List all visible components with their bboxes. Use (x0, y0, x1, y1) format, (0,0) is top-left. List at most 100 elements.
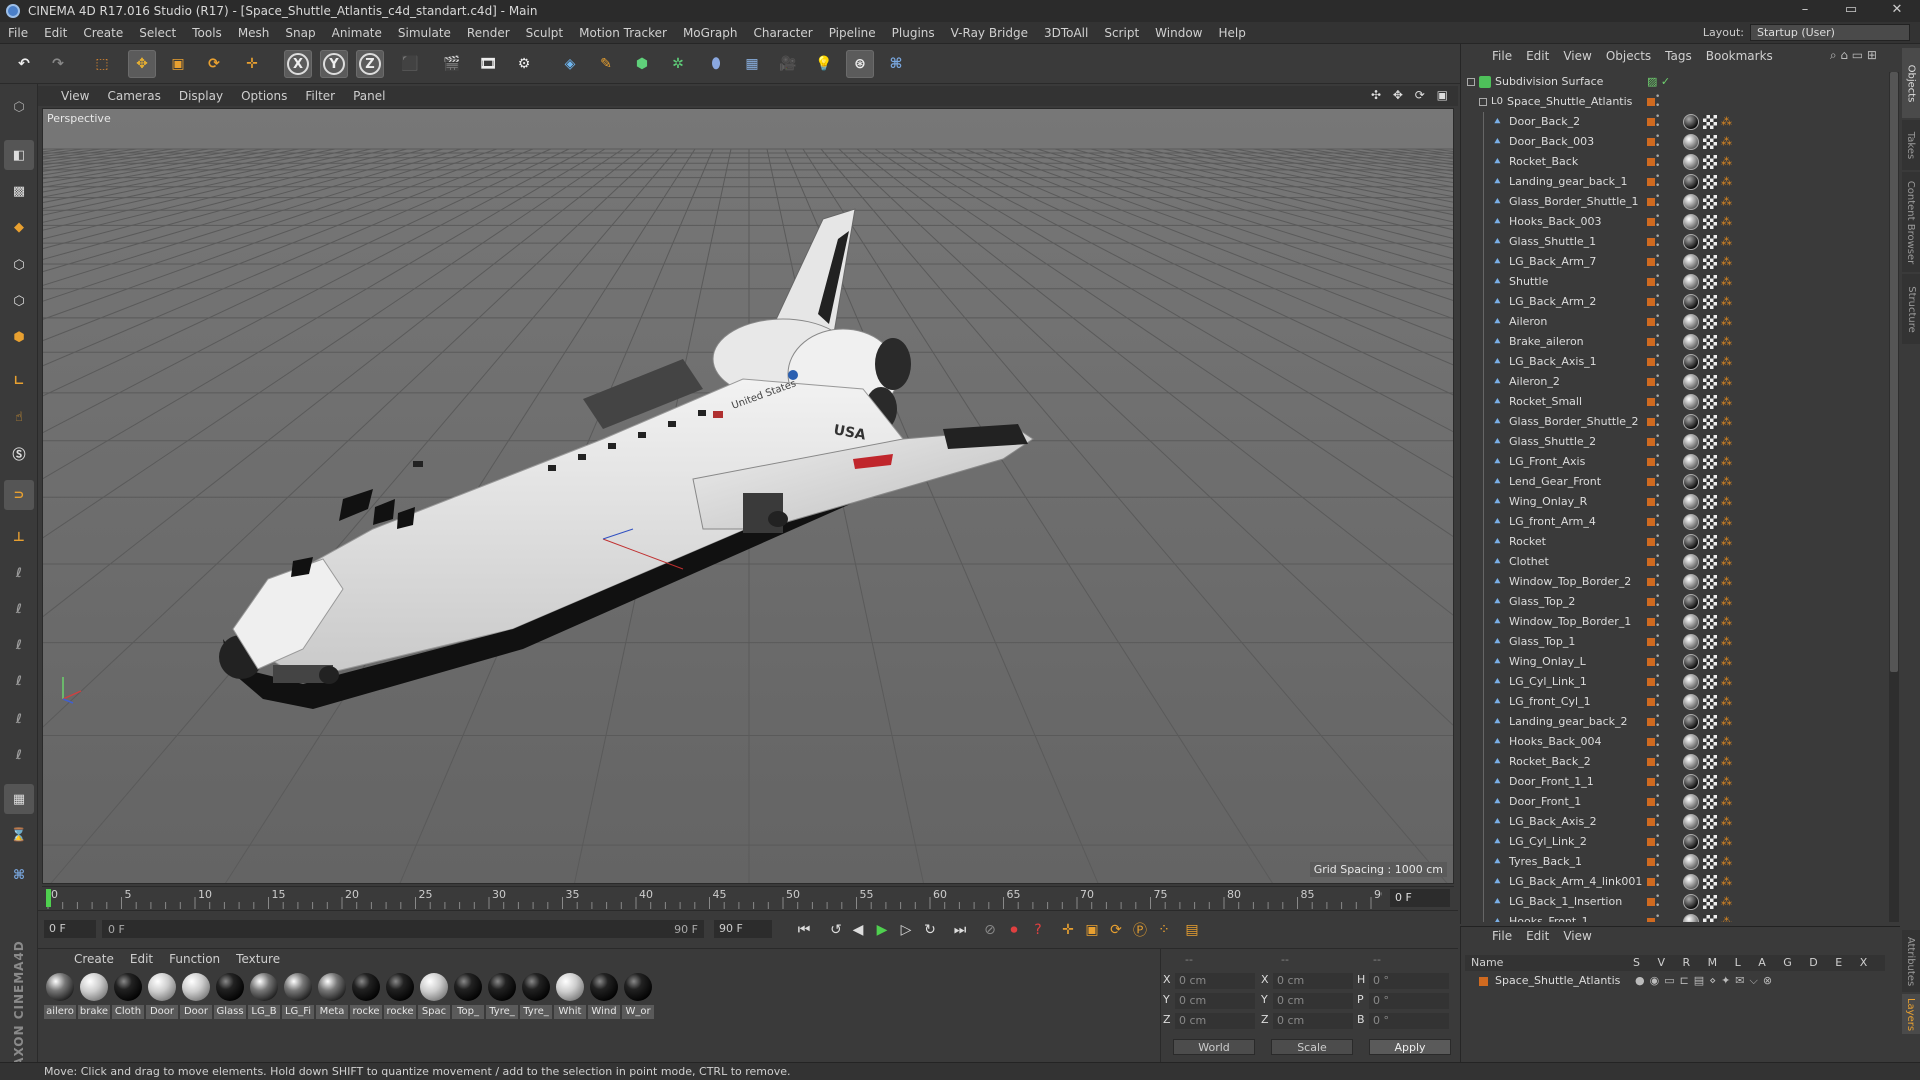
material-swatch[interactable]: Spac (418, 973, 450, 1019)
coordinate-value-field[interactable]: 0 cm (1175, 1013, 1255, 1029)
material-tag-icon[interactable] (1683, 754, 1699, 770)
material-swatch[interactable]: LG_Fi (282, 973, 314, 1019)
visibility-dots[interactable]: •• (1655, 713, 1660, 731)
auto-keying-icon[interactable]: ⏺ (1002, 919, 1026, 941)
object-row[interactable]: ⯅ Lend_Gear_Front • • ⁂ (1461, 472, 1889, 492)
collapse-toggle-icon[interactable] (1479, 98, 1487, 106)
texture-tag-icon[interactable] (1703, 235, 1717, 249)
object-row[interactable]: ⯅ Hooks_Back_003 • • ⁂ (1461, 212, 1889, 232)
material-tag-icon[interactable] (1683, 614, 1699, 630)
phong-tag-icon[interactable]: ⁂ (1721, 756, 1733, 768)
tab-objects[interactable]: Objects (1902, 48, 1920, 118)
material-tag-icon[interactable] (1683, 474, 1699, 490)
render-view-icon[interactable]: 🎬 (438, 50, 466, 78)
visibility-dots[interactable]: •• (1655, 413, 1660, 431)
material-tag-icon[interactable] (1683, 814, 1699, 830)
texture-tag-icon[interactable] (1703, 295, 1717, 309)
texture-tag-icon[interactable] (1703, 375, 1717, 389)
object-row[interactable]: ⯅ LG_Back_Arm_2 • • ⁂ (1461, 292, 1889, 312)
phong-tag-icon[interactable]: ⁂ (1721, 676, 1733, 688)
coordinate-value-field[interactable]: 0 ° (1369, 973, 1449, 989)
texture-tag-icon[interactable] (1703, 755, 1717, 769)
object-row[interactable]: ⯅ Aileron_2 • • ⁂ (1461, 372, 1889, 392)
visibility-dots[interactable]: •• (1655, 433, 1660, 451)
visibility-dots[interactable]: •• (1655, 193, 1660, 211)
object-row[interactable]: ⯅ Wing_Onlay_L • • ⁂ (1461, 652, 1889, 672)
object-row[interactable]: ⯅ Tyres_Back_1 • • ⁂ (1461, 852, 1889, 872)
texture-tag-icon[interactable] (1703, 915, 1717, 922)
object-row[interactable]: ⯅ Rocket_Back_2 • • ⁂ (1461, 752, 1889, 772)
visibility-dots[interactable]: •• (1655, 673, 1660, 691)
menu-character[interactable]: Character (745, 26, 820, 40)
visibility-dots[interactable]: •• (1655, 753, 1660, 771)
phong-tag-icon[interactable]: ⁂ (1721, 656, 1733, 668)
next-frame-icon[interactable]: ▷ (894, 919, 918, 941)
texture-tag-icon[interactable] (1703, 255, 1717, 269)
visibility-dots[interactable]: •• (1655, 633, 1660, 651)
coordinate-value-field[interactable]: 0 ° (1369, 993, 1449, 1009)
texture-tag-icon[interactable] (1703, 895, 1717, 909)
object-row[interactable]: ⯅ Window_Top_Border_1 • • ⁂ (1461, 612, 1889, 632)
material-tag-icon[interactable] (1683, 574, 1699, 590)
enabled-check-icon[interactable]: ▨ ✓ (1647, 72, 1670, 92)
vray-bridge-icon[interactable]: ⊛ (846, 50, 874, 78)
phong-tag-icon[interactable]: ⁂ (1721, 356, 1733, 368)
material-menu-edit[interactable]: Edit (122, 952, 161, 966)
viewport-menu-display[interactable]: Display (170, 89, 232, 103)
texture-tag-icon[interactable] (1703, 575, 1717, 589)
object-row[interactable]: ⯅ Rocket • • ⁂ (1461, 532, 1889, 552)
object-row[interactable]: ⯅ Glass_Shuttle_1 • • ⁂ (1461, 232, 1889, 252)
visibility-dots[interactable]: •• (1655, 113, 1660, 131)
visibility-dots[interactable]: •• (1655, 473, 1660, 491)
material-tag-icon[interactable] (1683, 714, 1699, 730)
menu-file[interactable]: File (0, 26, 36, 40)
object-row[interactable]: ⯅ Door_Front_1 • • ⁂ (1461, 792, 1889, 812)
visibility-dots[interactable]: •• (1655, 273, 1660, 291)
visibility-dots[interactable]: •• (1655, 293, 1660, 311)
visibility-dots[interactable]: •• (1655, 693, 1660, 711)
phong-tag-icon[interactable]: ⁂ (1721, 256, 1733, 268)
cloner-icon[interactable]: ✲ (664, 50, 692, 78)
y-axis-lock-icon[interactable]: Y (320, 50, 348, 78)
texture-tag-icon[interactable] (1703, 655, 1717, 669)
object-row[interactable]: ⯅ LG_Cyl_Link_2 • • ⁂ (1461, 832, 1889, 852)
object-row[interactable]: ⯅ LG_Back_Arm_4_link001 • • ⁂ (1461, 872, 1889, 892)
menu-create[interactable]: Create (75, 26, 131, 40)
material-menu-function[interactable]: Function (161, 952, 228, 966)
texture-tag-icon[interactable] (1703, 515, 1717, 529)
coordinate-value-field[interactable]: 0 cm (1175, 993, 1255, 1009)
material-swatch[interactable]: Cloth (112, 973, 144, 1019)
current-frame-field[interactable]: 0 F (1390, 889, 1450, 907)
material-tag-icon[interactable] (1683, 894, 1699, 910)
object-row[interactable]: ⯅ LG_front_Arm_4 • • ⁂ (1461, 512, 1889, 532)
material-swatch[interactable]: Door (180, 973, 212, 1019)
menu-help[interactable]: Help (1210, 26, 1253, 40)
menu-mesh[interactable]: Mesh (230, 26, 278, 40)
timeline-tool-icon[interactable]: ⌛ (4, 820, 34, 850)
texture-tag-icon[interactable] (1703, 675, 1717, 689)
material-swatch[interactable]: brake (78, 973, 110, 1019)
previous-key-icon[interactable]: ↺ (824, 919, 848, 941)
phong-tag-icon[interactable]: ⁂ (1721, 216, 1733, 228)
texture-tag-icon[interactable] (1703, 695, 1717, 709)
snapping-icon[interactable]: Ⓢ (4, 438, 34, 468)
phong-tag-icon[interactable]: ⁂ (1721, 116, 1733, 128)
object-row[interactable]: ⯅ Hooks_Back_004 • • ⁂ (1461, 732, 1889, 752)
visibility-dots[interactable]: •• (1655, 773, 1660, 791)
texture-tag-icon[interactable] (1703, 615, 1717, 629)
material-tag-icon[interactable] (1683, 174, 1699, 190)
minimize-button[interactable]: – (1782, 0, 1828, 22)
material-tag-icon[interactable] (1683, 834, 1699, 850)
material-tag-icon[interactable] (1683, 114, 1699, 130)
menu-plugins[interactable]: Plugins (884, 26, 943, 40)
make-editable-icon[interactable]: ⬡ (4, 92, 34, 122)
timeline-ruler[interactable]: 0 5 10 15 20 25 30 35 40 45 50 55 60 65 70 75 80 85 90 0 F (42, 886, 1454, 909)
object-row[interactable]: ⯅ Clothet • • ⁂ (1461, 552, 1889, 572)
key-point-level-icon[interactable]: ⁘ (1152, 919, 1176, 941)
phong-tag-icon[interactable]: ⁂ (1721, 476, 1733, 488)
frame-range-slider[interactable]: 0 F 90 F (102, 920, 704, 938)
polygons-mode-icon[interactable]: ⬢ (4, 322, 34, 352)
phong-tag-icon[interactable]: ⁂ (1721, 876, 1733, 888)
material-tag-icon[interactable] (1683, 874, 1699, 890)
material-tag-icon[interactable] (1683, 314, 1699, 330)
